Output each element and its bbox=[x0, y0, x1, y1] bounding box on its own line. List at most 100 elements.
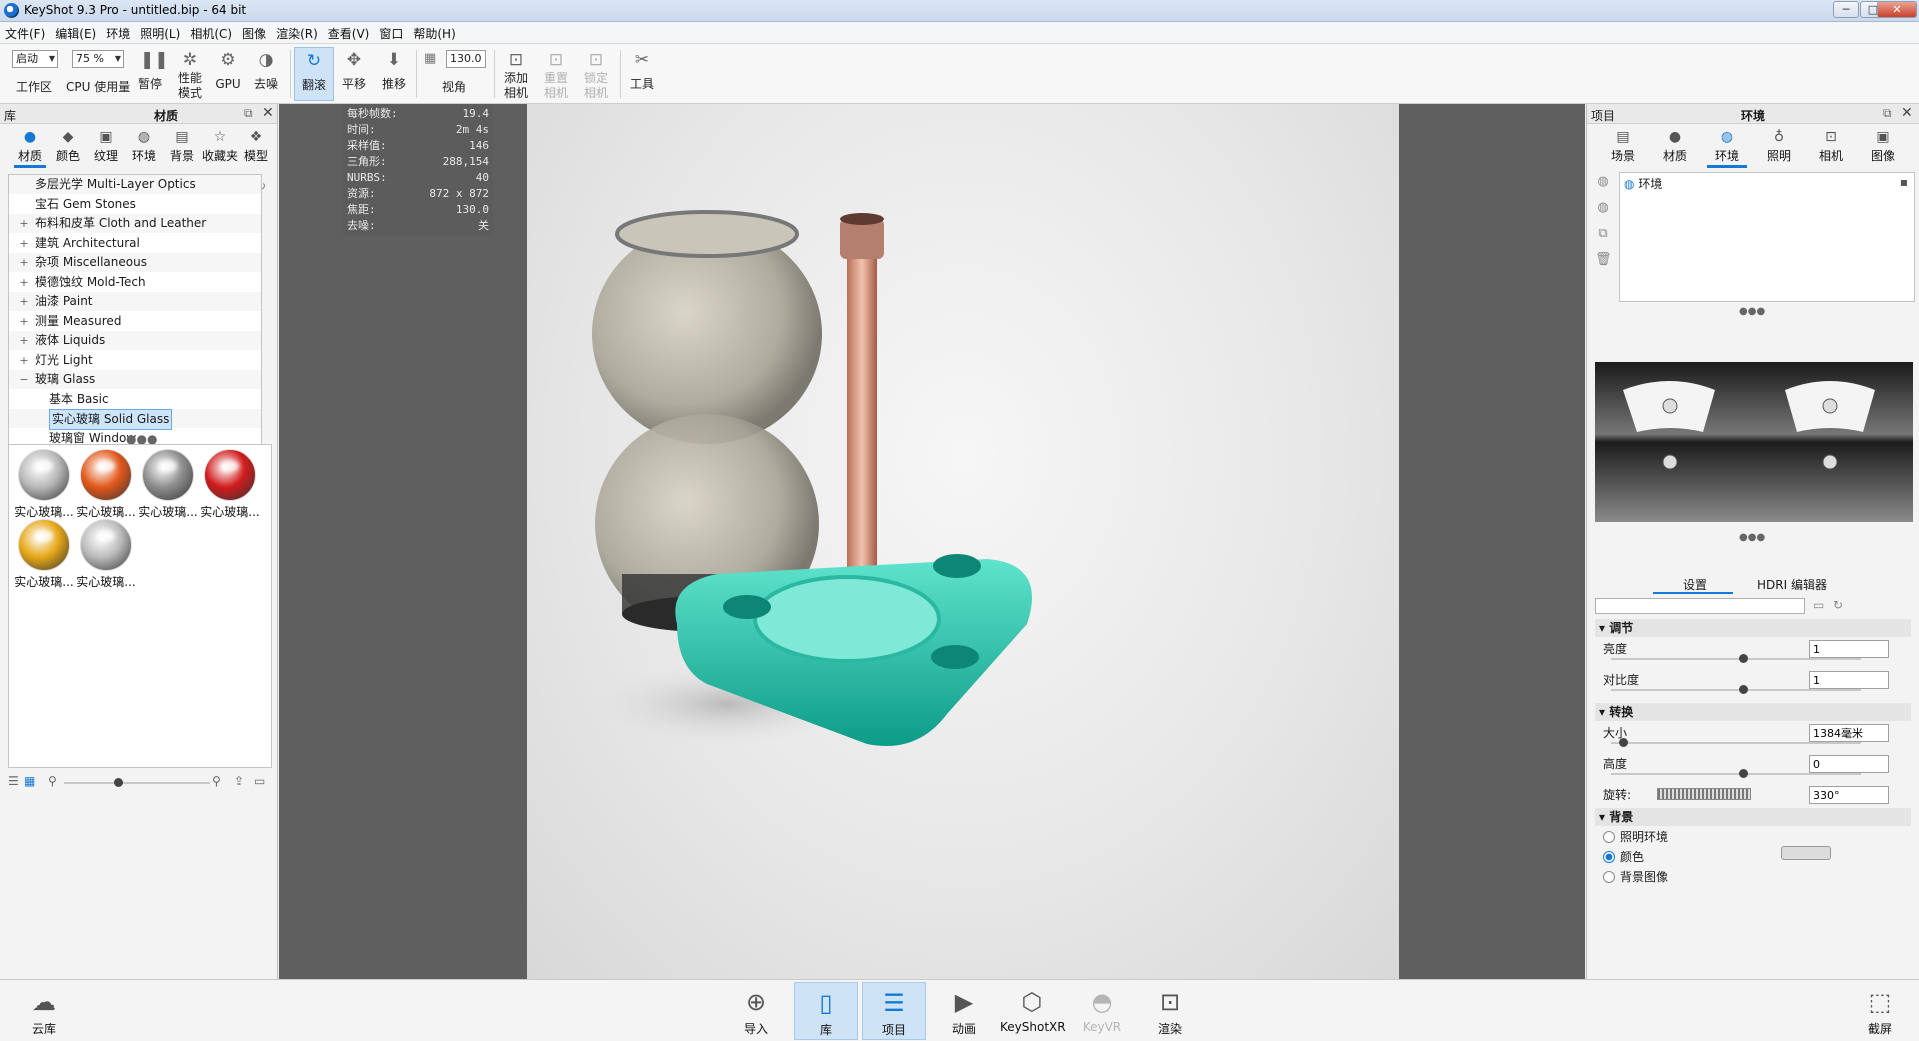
undock-icon[interactable]: ⧉ bbox=[244, 106, 253, 121]
delete-icon[interactable]: 🗑 bbox=[1595, 252, 1612, 268]
splitter-handle-icon[interactable]: ●●● bbox=[1739, 306, 1765, 317]
brightness-field[interactable] bbox=[1809, 640, 1889, 658]
lock-icon[interactable]: ▪ bbox=[1900, 175, 1908, 189]
upload-icon[interactable]: ⇪ bbox=[234, 774, 244, 788]
expand-toggle-icon[interactable]: + bbox=[19, 234, 29, 253]
import-button[interactable]: ⊕ 导入 bbox=[724, 982, 788, 1040]
reset-camera-button[interactable]: ⊡ 重置 相机 bbox=[536, 47, 576, 101]
close-button[interactable]: ✕ bbox=[1877, 1, 1917, 18]
folder-open-icon[interactable]: ▭ bbox=[1813, 598, 1824, 612]
hdri-pin-icon[interactable] bbox=[1662, 454, 1678, 470]
menu-lighting[interactable]: 照明(L) bbox=[135, 22, 185, 42]
section-background[interactable]: ▾ 背景 bbox=[1595, 808, 1911, 826]
cloud-library-button[interactable]: ☁ 云库 bbox=[12, 982, 76, 1040]
bg-image-radio[interactable]: 背景图像 bbox=[1603, 868, 1803, 886]
expand-toggle-icon[interactable]: − bbox=[19, 370, 29, 389]
library-button[interactable]: ▯ 库 bbox=[794, 982, 858, 1040]
height-field[interactable] bbox=[1809, 755, 1889, 773]
tree-item[interactable]: 多层光学 Multi-Layer Optics bbox=[9, 175, 261, 194]
project-button[interactable]: ☰ 项目 bbox=[862, 982, 926, 1040]
bg-color-radio[interactable]: 颜色 bbox=[1603, 848, 1803, 866]
performance-mode-button[interactable]: ✲ 性能 模式 bbox=[170, 47, 210, 101]
tree-item[interactable]: − 玻璃 Glass bbox=[9, 370, 261, 389]
tree-item[interactable]: + 测量 Measured bbox=[9, 312, 261, 331]
denoise-button[interactable]: ◑ 去噪 bbox=[246, 47, 286, 101]
folder-icon[interactable]: ▭ bbox=[254, 774, 265, 788]
menu-environment[interactable]: 环境 bbox=[101, 22, 135, 42]
height-slider[interactable] bbox=[1611, 769, 1861, 778]
tree-item[interactable]: + 杂项 Miscellaneous bbox=[9, 253, 261, 272]
tab-environment[interactable]: ◍ 环境 bbox=[1701, 126, 1753, 168]
copy-environment-icon[interactable]: ⧉ bbox=[1595, 226, 1611, 242]
size-field[interactable] bbox=[1809, 724, 1889, 742]
menu-render[interactable]: 渲染(R) bbox=[271, 22, 323, 42]
material-thumbnail[interactable]: 实心玻璃... bbox=[11, 517, 77, 601]
menu-edit[interactable]: 编辑(E) bbox=[50, 22, 101, 42]
gpu-button[interactable]: ⚙ GPU bbox=[208, 47, 248, 101]
tab-camera[interactable]: ⊡ 相机 bbox=[1805, 126, 1857, 166]
tree-item[interactable]: 基本 Basic bbox=[9, 390, 261, 409]
material-thumbnail[interactable]: 实心玻璃... bbox=[135, 447, 201, 531]
lock-camera-button[interactable]: ⊡ 锁定 相机 bbox=[576, 47, 616, 101]
subtab-settings[interactable]: 设置 bbox=[1683, 576, 1707, 593]
slider-knob[interactable] bbox=[1739, 769, 1748, 778]
menu-window[interactable]: 窗口 bbox=[374, 22, 408, 42]
expand-toggle-icon[interactable]: + bbox=[19, 351, 29, 370]
menu-file[interactable]: 文件(F) bbox=[0, 22, 50, 42]
bg-lighting-radio[interactable]: 照明环境 bbox=[1603, 828, 1803, 846]
menu-camera[interactable]: 相机(C) bbox=[185, 22, 237, 42]
menu-help[interactable]: 帮助(H) bbox=[408, 22, 460, 42]
tools-button[interactable]: ✂ 工具 bbox=[622, 47, 662, 101]
thumbnail-size-slider[interactable] bbox=[64, 778, 210, 787]
close-icon[interactable]: ✕ bbox=[262, 105, 274, 121]
size-slider[interactable] bbox=[1611, 738, 1861, 747]
rotation-dial[interactable] bbox=[1657, 788, 1751, 800]
dolly-button[interactable]: ⬇ 推移 bbox=[374, 47, 414, 101]
slider-knob[interactable] bbox=[1619, 738, 1628, 747]
tab-models[interactable]: ❖ 模型 bbox=[234, 126, 278, 166]
material-thumbnail[interactable]: 实心玻璃... bbox=[73, 517, 139, 601]
close-icon[interactable]: ✕ bbox=[1901, 105, 1913, 121]
minimize-button[interactable]: ─ bbox=[1833, 1, 1859, 18]
contrast-slider[interactable] bbox=[1611, 685, 1861, 694]
tab-scene[interactable]: ▤ 场景 bbox=[1597, 126, 1649, 166]
section-transform[interactable]: ▾ 转换 bbox=[1595, 703, 1911, 721]
hdri-pin-icon[interactable] bbox=[1822, 398, 1838, 414]
menu-view[interactable]: 查看(V) bbox=[323, 22, 375, 42]
tree-item[interactable]: 实心玻璃 Solid Glass bbox=[9, 409, 261, 430]
list-view-icon[interactable]: ☰ bbox=[8, 774, 19, 788]
grid-view-icon[interactable]: ▦ bbox=[24, 774, 35, 788]
expand-toggle-icon[interactable]: + bbox=[19, 273, 29, 292]
subtab-hdri-editor[interactable]: HDRI 编辑器 bbox=[1757, 576, 1827, 593]
tab-lighting[interactable]: ♁ 照明 bbox=[1753, 126, 1805, 166]
add-environment-icon[interactable]: ◍ bbox=[1595, 174, 1611, 190]
expand-toggle-icon[interactable]: + bbox=[19, 292, 29, 311]
tumble-button[interactable]: ↻ 翻滚 bbox=[294, 47, 334, 101]
menu-image[interactable]: 图像 bbox=[237, 22, 271, 42]
expand-toggle-icon[interactable]: + bbox=[19, 312, 29, 331]
expand-toggle-icon[interactable]: + bbox=[19, 214, 29, 233]
slider-knob[interactable] bbox=[114, 778, 123, 787]
slider-knob[interactable] bbox=[1739, 654, 1748, 663]
material-thumbnail[interactable]: 实心玻璃... bbox=[197, 447, 263, 531]
tab-image[interactable]: ▣ 图像 bbox=[1857, 126, 1909, 166]
environment-list-item[interactable]: ◍ 环境 ▪ bbox=[1624, 175, 1910, 193]
tab-material[interactable]: ● 材质 bbox=[1649, 126, 1701, 166]
undock-icon[interactable]: ⧉ bbox=[1883, 106, 1892, 121]
pan-button[interactable]: ✥ 平移 bbox=[334, 47, 374, 101]
splitter-handle-icon[interactable]: ●●● bbox=[1739, 532, 1765, 543]
tree-item[interactable]: + 建筑 Architectural bbox=[9, 234, 261, 253]
section-adjust[interactable]: ▾ 调节 bbox=[1595, 619, 1911, 637]
expand-toggle-icon[interactable]: + bbox=[19, 331, 29, 350]
pause-button[interactable]: ❚❚ 暂停 bbox=[130, 47, 170, 101]
expand-toggle-icon[interactable]: + bbox=[19, 253, 29, 272]
refresh-icon[interactable]: ↻ bbox=[1833, 598, 1843, 612]
tree-item[interactable]: + 模德蚀纹 Mold-Tech bbox=[9, 273, 261, 292]
tree-item[interactable]: + 液体 Liquids bbox=[9, 331, 261, 350]
contrast-field[interactable] bbox=[1809, 671, 1889, 689]
brightness-slider[interactable] bbox=[1611, 654, 1861, 663]
tree-item[interactable]: + 油漆 Paint bbox=[9, 292, 261, 311]
workspace-select[interactable]: 启动 ▼ bbox=[12, 50, 58, 68]
render-viewport[interactable] bbox=[527, 104, 1399, 979]
hdri-pin-icon[interactable] bbox=[1822, 454, 1838, 470]
